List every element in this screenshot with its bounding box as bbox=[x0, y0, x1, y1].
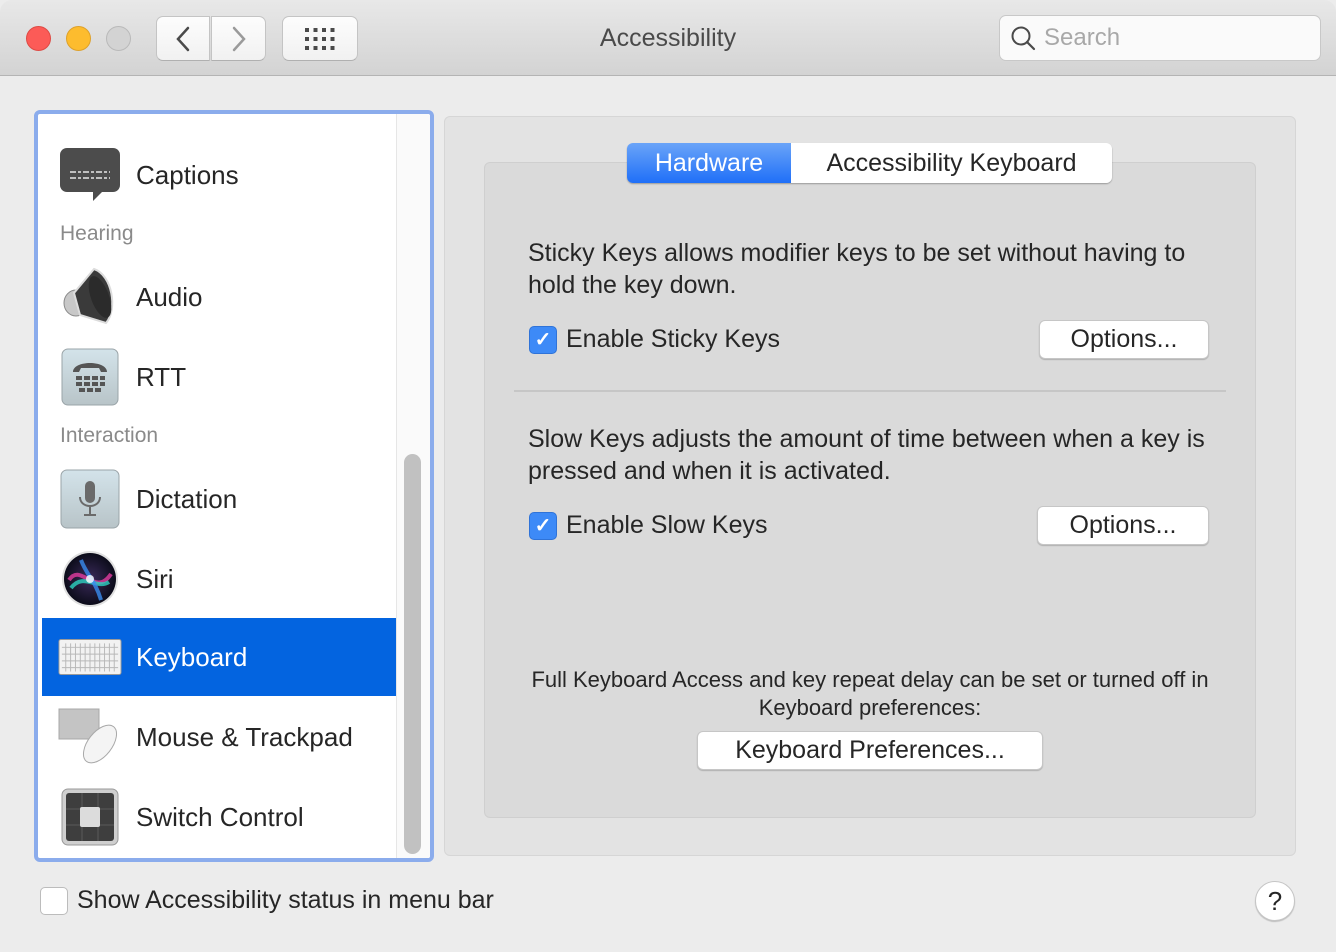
divider bbox=[514, 390, 1226, 392]
sidebar-item-captions[interactable]: Captions bbox=[42, 136, 396, 214]
sidebar-item-label: Siri bbox=[136, 563, 174, 594]
sidebar-item-mouse-trackpad[interactable]: Mouse & Trackpad bbox=[42, 698, 396, 776]
sidebar-item-label: Audio bbox=[136, 281, 203, 312]
help-button[interactable]: ? bbox=[1255, 881, 1295, 921]
sidebar-item-audio[interactable]: Audio bbox=[42, 258, 396, 336]
enable-slow-keys-checkbox[interactable]: ✓ Enable Slow Keys bbox=[529, 511, 768, 540]
sticky-keys-description: Sticky Keys allows modifier keys to be s… bbox=[528, 239, 1186, 299]
checkbox-box[interactable] bbox=[40, 886, 68, 915]
tab-hardware[interactable]: Hardware bbox=[627, 143, 791, 183]
sidebar-scrollbar[interactable] bbox=[396, 114, 430, 858]
sidebar-item-rtt[interactable]: RTT bbox=[42, 338, 396, 416]
sidebar-item-label: RTT bbox=[136, 361, 187, 392]
mouse-trackpad-icon bbox=[58, 705, 122, 769]
search-input[interactable] bbox=[1044, 24, 1304, 52]
title-bar: Accessibility bbox=[0, 0, 1336, 76]
tty-phone-icon bbox=[58, 345, 122, 409]
sidebar-item-keyboard[interactable]: Keyboard bbox=[42, 618, 396, 696]
keyboard-icon bbox=[58, 625, 122, 689]
scrollbar-thumb[interactable] bbox=[404, 454, 421, 854]
checkmark-icon[interactable]: ✓ bbox=[529, 325, 557, 354]
sidebar-item-siri[interactable]: Siri bbox=[42, 540, 396, 618]
checkbox-label: Enable Sticky Keys bbox=[566, 325, 780, 353]
checkbox-label: Enable Slow Keys bbox=[566, 511, 768, 539]
search-icon bbox=[1011, 26, 1036, 51]
sidebar-list: Captions Hearing Audio RTT Interaction D… bbox=[34, 110, 434, 862]
checkmark-icon[interactable]: ✓ bbox=[529, 511, 557, 540]
sidebar-item-label: Captions bbox=[136, 159, 239, 190]
slow-keys-options-button[interactable]: Options... bbox=[1037, 506, 1209, 545]
sidebar-item-label: Dictation bbox=[136, 483, 238, 514]
sidebar-item-label: Mouse & Trackpad bbox=[136, 721, 353, 752]
sidebar-item-switch-control[interactable]: Switch Control bbox=[42, 778, 396, 856]
sidebar-item-label: Keyboard bbox=[136, 641, 248, 672]
microphone-icon bbox=[58, 467, 122, 531]
tab-bar: Hardware Accessibility Keyboard bbox=[627, 143, 1112, 183]
sidebar-item-dictation[interactable]: Dictation bbox=[42, 460, 396, 538]
search-field[interactable] bbox=[999, 15, 1321, 61]
speaker-icon bbox=[58, 265, 122, 329]
section-header-interaction: Interaction bbox=[60, 424, 159, 447]
captions-icon bbox=[58, 143, 122, 207]
section-header-hearing: Hearing bbox=[60, 222, 134, 245]
checkbox-label: Show Accessibility status in menu bar bbox=[77, 886, 494, 914]
sidebar-item-label: Switch Control bbox=[136, 801, 304, 832]
siri-icon bbox=[58, 547, 122, 611]
sticky-keys-options-button[interactable]: Options... bbox=[1039, 320, 1209, 359]
show-status-in-menu-bar-checkbox[interactable]: Show Accessibility status in menu bar bbox=[40, 886, 494, 915]
enable-sticky-keys-checkbox[interactable]: ✓ Enable Sticky Keys bbox=[529, 325, 780, 354]
tab-accessibility-keyboard[interactable]: Accessibility Keyboard bbox=[791, 143, 1112, 183]
keyboard-preferences-button[interactable]: Keyboard Preferences... bbox=[697, 731, 1043, 770]
switch-control-icon bbox=[58, 785, 122, 849]
slow-keys-description: Slow Keys adjusts the amount of time bet… bbox=[528, 425, 1205, 485]
keyboard-preferences-note: Full Keyboard Access and key repeat dela… bbox=[531, 667, 1209, 720]
